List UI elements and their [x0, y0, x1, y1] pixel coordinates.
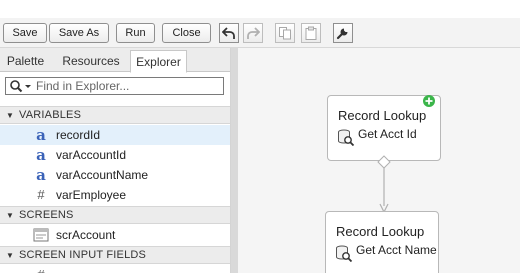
copy-icon	[279, 27, 291, 40]
screen-icon	[32, 227, 50, 243]
toolbar: Save Save As Run Close	[0, 18, 520, 48]
paste-icon	[305, 26, 317, 40]
undo-icon	[222, 27, 235, 39]
paste-button[interactable]	[301, 23, 321, 43]
undo-button[interactable]	[219, 23, 239, 43]
section-title: SCREENS	[19, 209, 74, 221]
list-item[interactable]: # varEmployee	[0, 185, 230, 205]
explorer-search	[5, 77, 224, 95]
panel-splitter[interactable]	[231, 48, 238, 273]
section-variables[interactable]: ▼ VARIABLES	[0, 106, 230, 124]
list-item-label: scrAccount	[56, 228, 116, 242]
list-item[interactable]: a varAccountName	[0, 165, 230, 185]
start-element-icon	[423, 95, 435, 107]
text-variable-icon: a	[36, 166, 46, 184]
flow-element-type: Record Lookup	[338, 108, 427, 123]
properties-button[interactable]	[333, 23, 353, 43]
section-title: VARIABLES	[19, 109, 82, 121]
flow-element-type: Record Lookup	[336, 224, 425, 239]
number-variable-icon: #	[32, 267, 50, 273]
collapse-arrow-icon: ▼	[6, 111, 15, 120]
text-variable-icon: a	[36, 126, 46, 144]
flow-canvas[interactable]: Record Lookup Get Acct Id Record Lookup …	[238, 48, 520, 273]
list-item[interactable]: a varAccountId	[0, 145, 230, 165]
explorer-panel: Palette Resources Explorer ▼ VARIABLES a…	[0, 48, 231, 273]
record-lookup-icon	[336, 245, 353, 262]
flow-element-record-lookup[interactable]: Record Lookup Get Acct Id	[327, 95, 441, 161]
collapse-arrow-icon: ▼	[6, 211, 15, 220]
list-item-partial: #	[0, 265, 230, 273]
close-button[interactable]: Close	[162, 23, 211, 43]
list-item[interactable]: scrAccount	[0, 225, 230, 245]
redo-icon	[247, 27, 260, 39]
tab-palette[interactable]: Palette	[2, 50, 49, 72]
list-item-label: varEmployee	[56, 188, 127, 202]
section-title: SCREEN INPUT FIELDS	[19, 249, 147, 261]
tab-resources[interactable]: Resources	[52, 50, 130, 72]
connector-line[interactable]	[374, 154, 394, 214]
tab-explorer[interactable]: Explorer	[130, 50, 187, 73]
list-item-label: varAccountName	[56, 168, 149, 182]
run-button[interactable]: Run	[116, 23, 155, 43]
search-icon[interactable]	[9, 79, 33, 93]
section-screen-input-fields[interactable]: ▼ SCREEN INPUT FIELDS	[0, 246, 230, 264]
panel-tabs: Palette Resources Explorer	[0, 48, 230, 73]
list-item-label: varAccountId	[56, 148, 127, 162]
number-variable-icon: #	[37, 187, 45, 202]
copy-button[interactable]	[275, 23, 295, 43]
save-button[interactable]: Save	[3, 23, 47, 43]
list-item-label: recordId	[56, 128, 101, 142]
text-variable-icon: a	[36, 146, 46, 164]
top-strip	[0, 0, 520, 18]
wrench-icon	[336, 28, 348, 40]
record-lookup-icon	[338, 129, 355, 146]
redo-button[interactable]	[243, 23, 263, 43]
section-screens[interactable]: ▼ SCREENS	[0, 206, 230, 224]
save-as-button[interactable]: Save As	[49, 23, 109, 43]
list-item[interactable]: a recordId	[0, 125, 230, 145]
flow-element-label: Get Acct Id	[358, 127, 417, 141]
collapse-arrow-icon: ▼	[6, 251, 15, 260]
explorer-search-input[interactable]	[36, 78, 219, 94]
flow-element-record-lookup[interactable]: Record Lookup Get Acct Name	[325, 211, 439, 273]
flow-element-label: Get Acct Name	[356, 243, 437, 257]
